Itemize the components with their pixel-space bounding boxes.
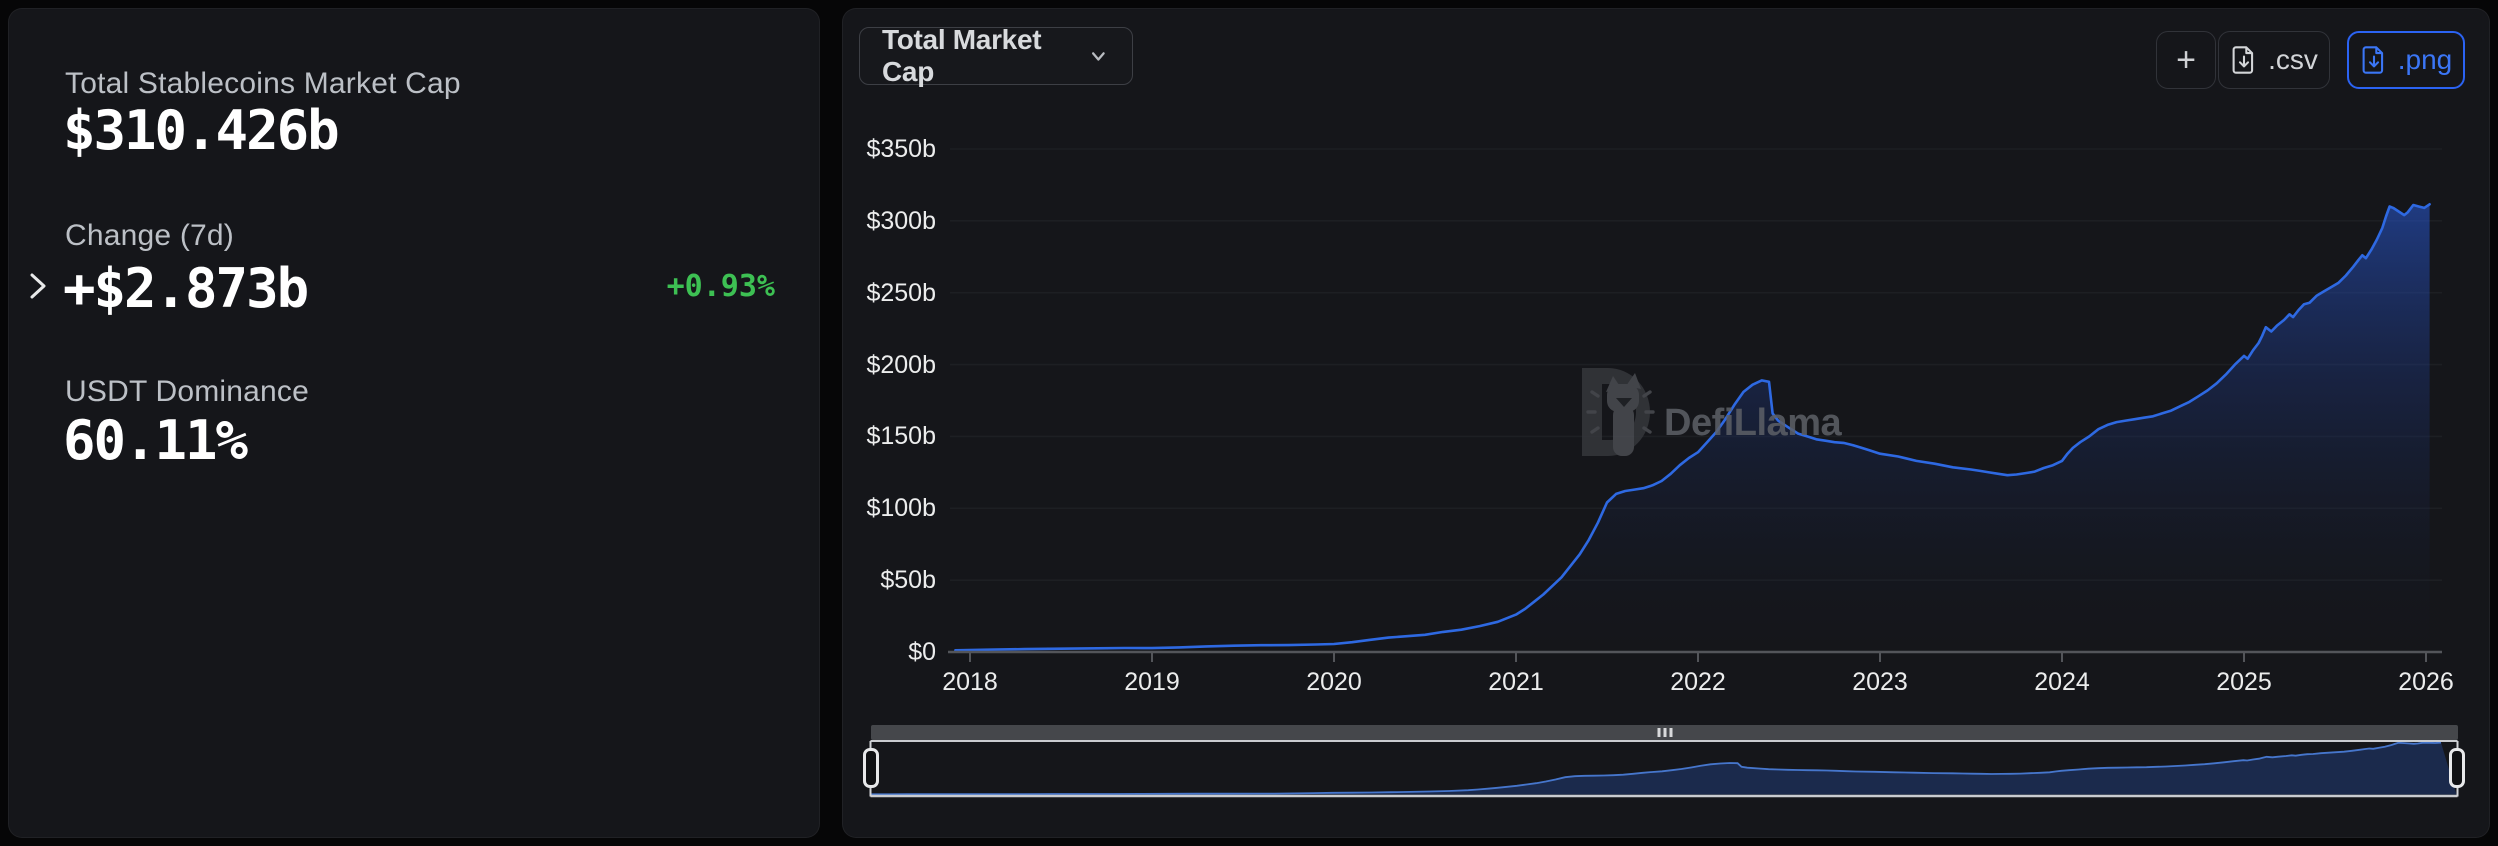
- defillama-stablecoins-dashboard: { "stats": { "market_cap": {"label": "To…: [0, 0, 2498, 846]
- y-axis-label: $300b: [850, 207, 936, 236]
- x-axis-label: 2022: [1653, 668, 1743, 697]
- y-axis-label: $200b: [850, 351, 936, 380]
- x-axis-label: 2024: [2017, 668, 2107, 697]
- area-fill: [955, 204, 2429, 651]
- x-axis-label: 2025: [2199, 668, 2289, 697]
- brush-grip-icon[interactable]: [1657, 728, 1672, 737]
- brush-handle-left[interactable]: [863, 748, 879, 788]
- brush-track[interactable]: [871, 725, 2458, 740]
- y-axis-label: $350b: [850, 135, 936, 164]
- brush-handle-right[interactable]: [2449, 748, 2465, 788]
- x-axis-label: 2020: [1289, 668, 1379, 697]
- x-axis-label: 2026: [2381, 668, 2471, 697]
- minimap-area: [872, 743, 2457, 795]
- y-axis-label: $50b: [850, 566, 936, 595]
- y-axis-label: $250b: [850, 279, 936, 308]
- x-axis-label: 2023: [1835, 668, 1925, 697]
- y-axis-label: $150b: [850, 422, 936, 451]
- y-axis-label: $0: [850, 638, 936, 667]
- y-axis-label: $100b: [850, 494, 936, 523]
- x-axis-label: 2019: [1107, 668, 1197, 697]
- x-axis-label: 2021: [1471, 668, 1561, 697]
- market-cap-area-chart[interactable]: [0, 0, 2498, 846]
- x-axis-label: 2018: [925, 668, 1015, 697]
